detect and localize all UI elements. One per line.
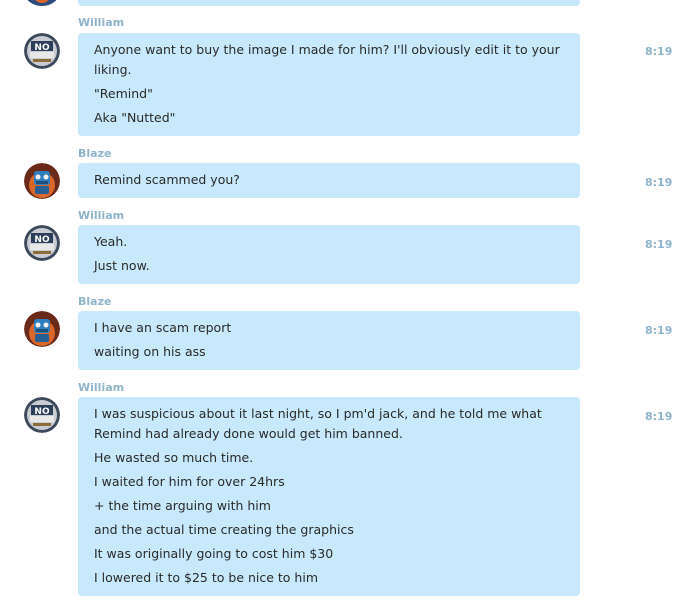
message-timestamp: 8:19 P <box>645 410 676 423</box>
message-text: Aka "Nutted" <box>94 110 176 125</box>
message-text: waiting on his ass <box>94 344 206 359</box>
message-timestamp: 8:19 P <box>645 238 676 251</box>
previous-message-bubble[interactable] <box>78 0 580 6</box>
message-text: I was suspicious about it last night, so… <box>94 406 542 441</box>
message-bubble[interactable]: I have an scam report waiting on his ass <box>78 311 580 370</box>
message-text: and the actual time creating the graphic… <box>94 522 354 537</box>
message-bubble[interactable]: Remind scammed you? <box>78 163 580 198</box>
message-text: Remind scammed you? <box>94 172 240 187</box>
svg-text:NO: NO <box>34 235 50 245</box>
chat-history: William NO Anyone want to buy the image … <box>0 0 676 609</box>
message-text: It was originally going to cost him $30 <box>94 546 334 561</box>
svg-text:NO: NO <box>34 43 50 53</box>
message-bubble[interactable]: Yeah. Just now. <box>78 225 580 284</box>
sender-name[interactable]: Blaze <box>78 147 111 160</box>
message-text: Just now. <box>94 258 150 273</box>
no-sign-avatar[interactable]: NO <box>24 33 60 69</box>
sender-name[interactable]: Blaze <box>78 295 111 308</box>
message-timestamp: 8:19 P <box>645 324 676 337</box>
message-text: "Remind" <box>94 86 153 101</box>
message-bubble[interactable]: I was suspicious about it last night, so… <box>78 397 580 596</box>
no-sign-avatar[interactable]: NO <box>24 397 60 433</box>
message-text: I have an scam report <box>94 320 232 335</box>
robot-avatar[interactable] <box>24 163 60 199</box>
previous-avatar[interactable] <box>24 0 60 6</box>
sender-name[interactable]: William <box>78 381 124 394</box>
svg-text:NO: NO <box>34 407 50 417</box>
message-text: Yeah. <box>94 234 128 249</box>
sender-name[interactable]: William <box>78 209 124 222</box>
no-sign-avatar[interactable]: NO <box>24 225 60 261</box>
message-text: + the time arguing with him <box>94 498 271 513</box>
message-timestamp: 8:19 P <box>645 176 676 189</box>
message-text: He wasted so much time. <box>94 450 254 465</box>
message-text: Anyone want to buy the image I made for … <box>94 42 560 77</box>
message-bubble[interactable]: Anyone want to buy the image I made for … <box>78 33 580 136</box>
sender-name[interactable]: William <box>78 16 124 29</box>
message-timestamp: 8:19 P <box>645 45 676 58</box>
message-text: I lowered it to $25 to be nice to him <box>94 570 319 585</box>
robot-avatar[interactable] <box>24 311 60 347</box>
message-text: I waited for him for over 24hrs <box>94 474 285 489</box>
